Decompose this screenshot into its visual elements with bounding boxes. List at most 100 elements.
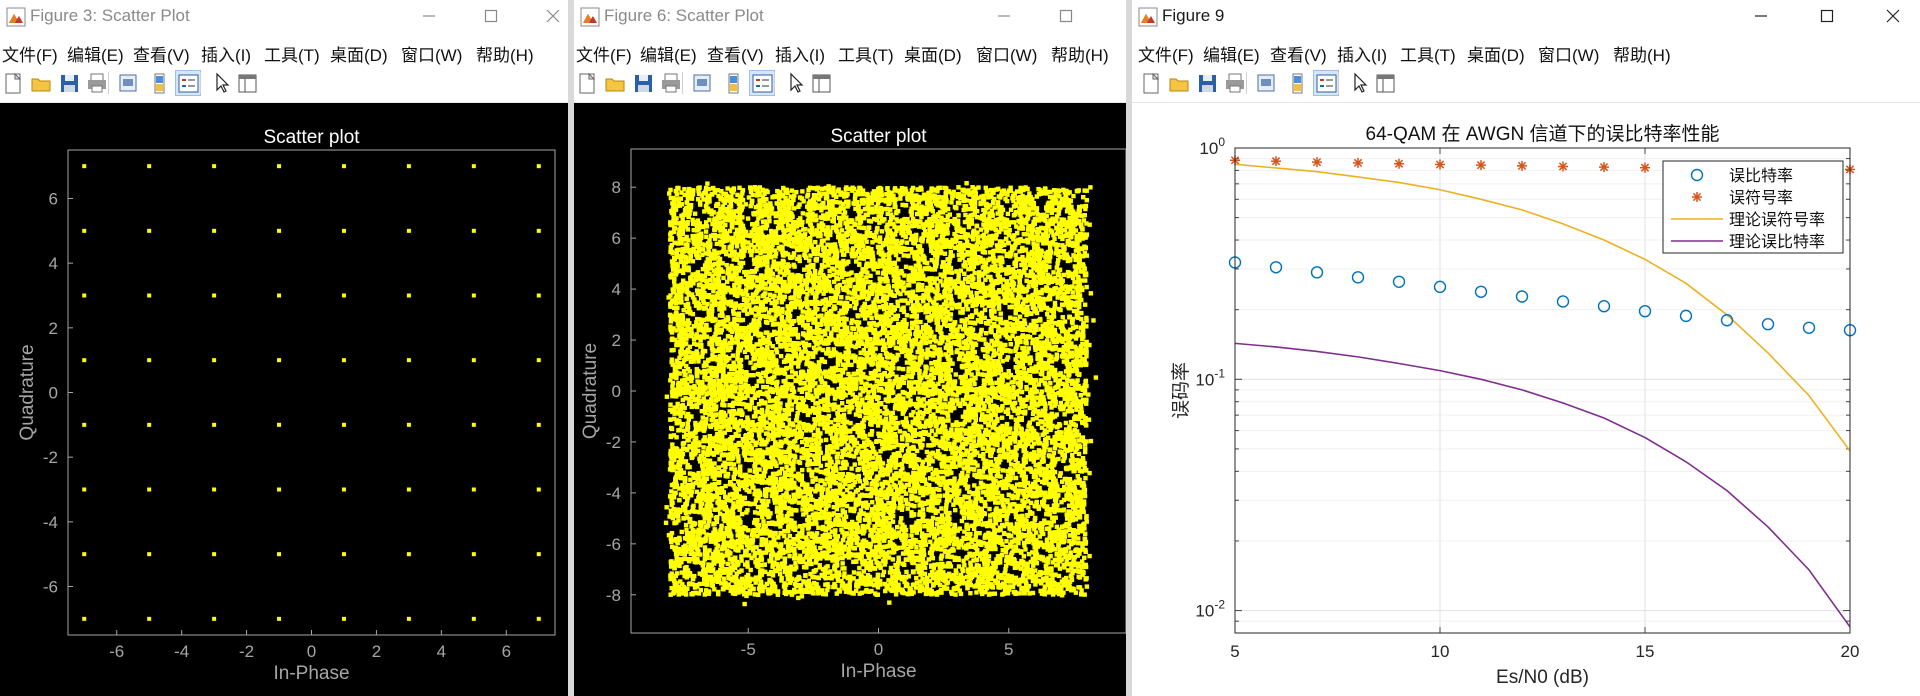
save-button[interactable] [630,70,656,96]
data-point [674,248,679,253]
link-plot-button[interactable] [146,70,172,96]
menu-bar: 文件(F) 编辑(E) 查看(V) 插入(I) 工具(T) 桌面(D) 窗口(W… [0,36,568,66]
menu-help[interactable]: 帮助(H) [476,41,534,66]
data-point [814,558,819,563]
menu-view[interactable]: 查看(V) [707,41,764,66]
data-point [767,368,773,374]
data-point [670,201,675,206]
insert-legend-button[interactable] [749,70,775,96]
data-point [809,310,814,316]
menu-file[interactable]: 文件(F) [2,41,58,66]
data-point [761,384,766,390]
menu-tools[interactable]: 工具(T) [838,41,894,66]
menu-tools[interactable]: 工具(T) [264,41,320,66]
pointer-icon [790,72,804,93]
menu-window[interactable]: 窗口(W) [976,41,1037,66]
new-figure-button[interactable] [0,70,26,96]
data-point [668,245,673,250]
data-point [746,240,751,245]
data-point [737,587,742,593]
menu-desktop[interactable]: 桌面(D) [904,41,962,66]
maximize-button[interactable] [468,0,514,32]
data-point [782,586,788,591]
data-point [749,537,755,543]
data-point [678,579,683,584]
menu-insert[interactable]: 插入(I) [775,41,825,66]
data-point [767,292,773,297]
data-point [682,221,688,227]
data-point [781,359,787,365]
data-point [779,319,785,324]
data-point [733,579,739,585]
data-point [744,402,749,408]
menu-edit[interactable]: 编辑(E) [640,41,697,66]
save-button[interactable] [56,70,82,96]
data-point [709,255,714,261]
data-point [759,407,765,413]
data-point [741,525,746,530]
data-point [685,421,690,426]
data-point [696,400,702,405]
pointer-button[interactable] [208,70,234,96]
data-point [721,402,726,408]
data-point [745,539,751,545]
data-point [757,467,762,472]
title-bar[interactable]: Figure 6: Scatter Plot [574,0,1126,32]
data-point [761,519,766,524]
property-inspector-button[interactable] [808,70,834,96]
data-point [670,380,676,386]
title-bar[interactable]: Figure 3: Scatter Plot [0,0,568,32]
menu-file[interactable]: 文件(F) [576,41,632,66]
x-tick-label: 6 [502,642,511,661]
menu-view[interactable]: 查看(V) [133,41,190,66]
data-point [712,188,718,193]
minimize-button[interactable] [406,0,452,32]
data-point [774,347,779,352]
save-icon [635,75,652,92]
data-point [675,401,680,407]
data-point [744,500,749,506]
print-button[interactable] [84,70,110,96]
data-point [756,528,761,534]
data-point [471,228,476,233]
data-point [679,591,684,596]
menu-insert[interactable]: 插入(I) [201,41,251,66]
data-point [720,313,725,318]
data-point [678,196,684,201]
property-inspector-button[interactable] [234,70,260,96]
print-preview-button[interactable] [115,70,141,96]
pointer-button[interactable] [782,70,808,96]
figure-3-window: Figure 3: Scatter Plot 文件(F) 编辑(E) 查看(V)… [0,0,568,696]
open-file-button[interactable] [28,70,54,96]
data-point [747,249,753,254]
menu-help[interactable]: 帮助(H) [1051,41,1109,66]
menu-desktop[interactable]: 桌面(D) [330,41,388,66]
data-point [793,446,798,451]
data-point [802,315,807,320]
menu-edit[interactable]: 编辑(E) [67,41,124,66]
print-preview-button[interactable] [689,70,715,96]
data-point [698,202,703,207]
minimize-button[interactable] [981,0,1027,32]
data-point [713,406,719,412]
close-button[interactable] [530,0,568,32]
data-point [705,316,710,321]
data-point [734,490,739,495]
maximize-button[interactable] [1043,0,1089,32]
insert-legend-button[interactable] [175,70,201,96]
data-point [682,479,688,484]
print-button[interactable] [658,70,684,96]
menu-window[interactable]: 窗口(W) [401,41,462,66]
y-tick-label: -6 [43,578,58,597]
data-point [752,292,757,298]
data-point [817,422,823,427]
open-file-button[interactable] [602,70,628,96]
data-point [671,347,676,353]
data-point [700,415,705,420]
data-point [728,481,733,486]
new-figure-button[interactable] [574,70,600,96]
link-plot-button[interactable] [720,70,746,96]
data-point [672,410,678,415]
data-point [721,576,726,581]
data-point [731,274,736,279]
